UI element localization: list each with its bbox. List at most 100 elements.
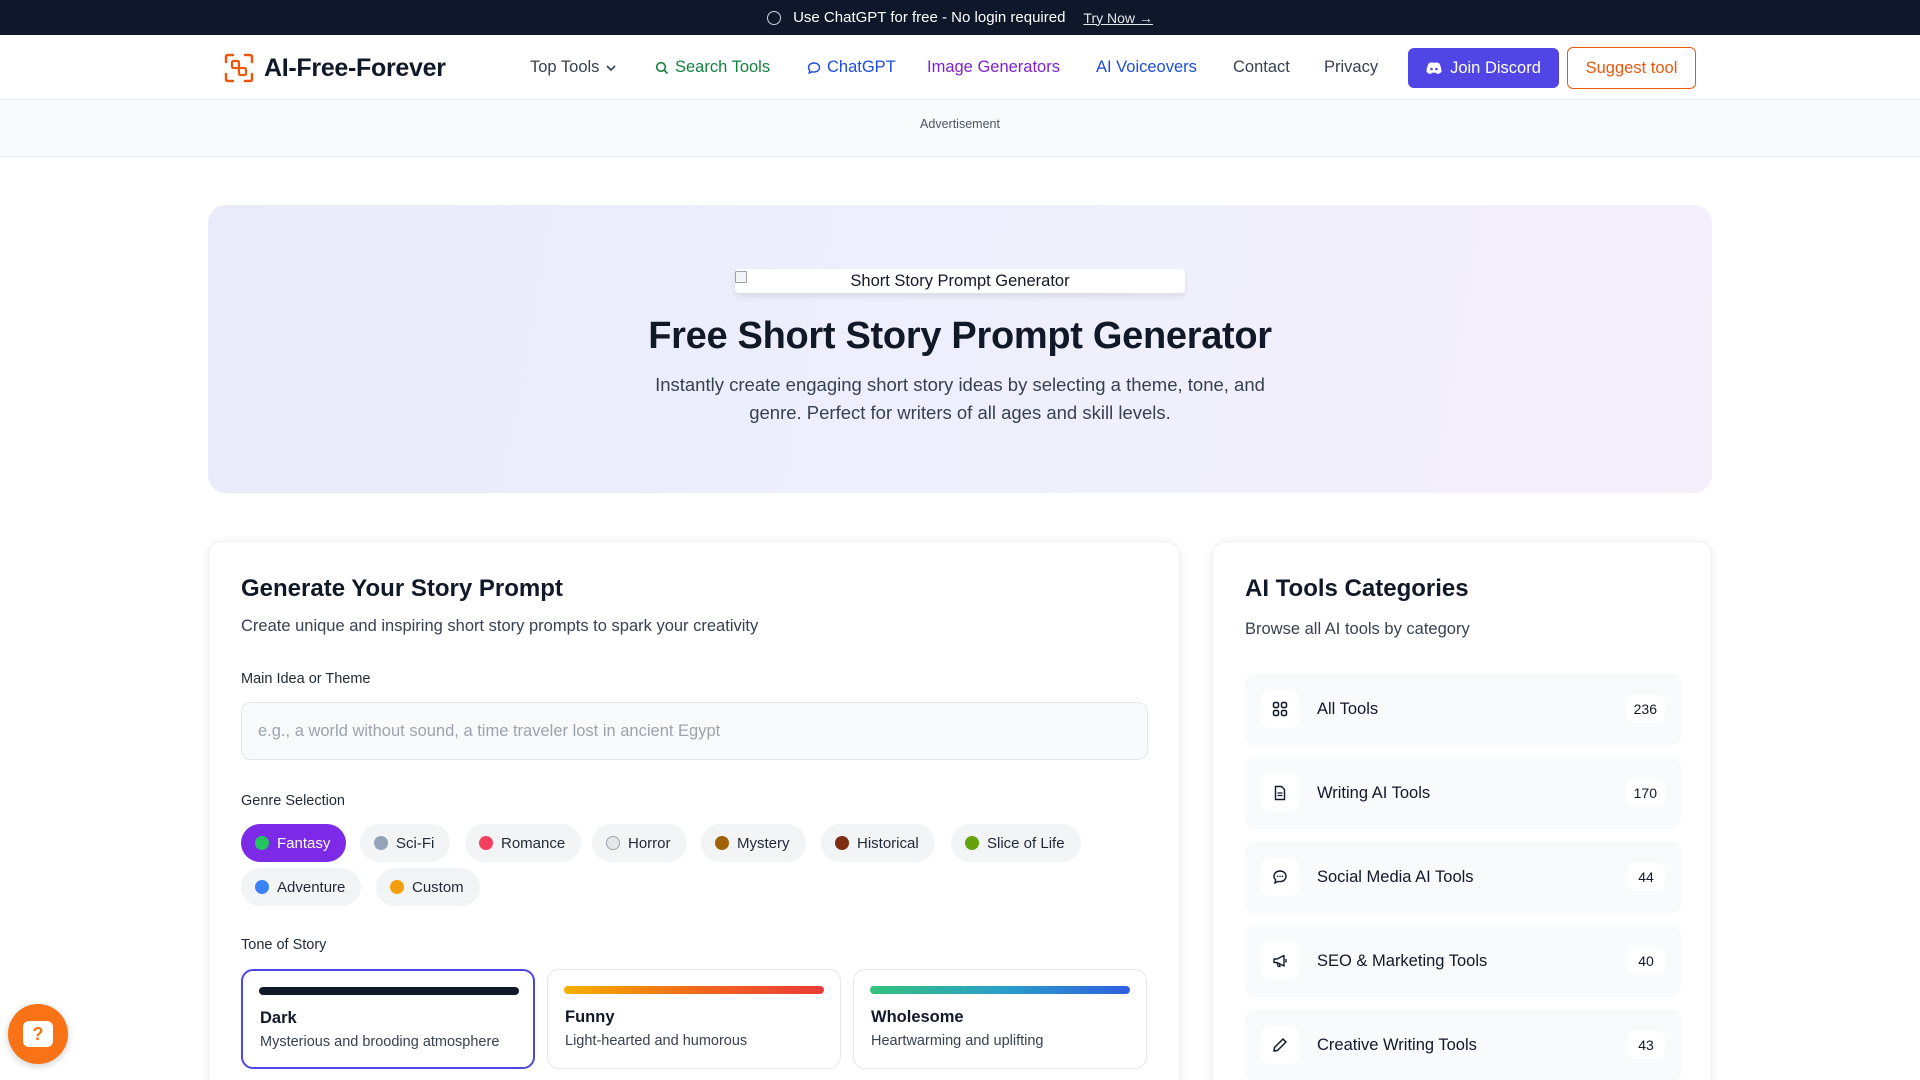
genre-chip-label: Adventure bbox=[277, 878, 346, 896]
discord-icon bbox=[1426, 62, 1442, 74]
genre-chip-label: Custom bbox=[412, 878, 464, 896]
dragon-icon bbox=[255, 836, 269, 850]
join-discord-button[interactable]: Join Discord bbox=[1408, 48, 1559, 88]
genre-chip-custom[interactable]: Custom bbox=[376, 868, 480, 906]
nav-top-tools[interactable]: Top Tools bbox=[530, 58, 617, 77]
category-name: SEO & Marketing Tools bbox=[1317, 952, 1488, 970]
megaphone-icon bbox=[1261, 942, 1299, 980]
tone-color-bar bbox=[564, 986, 824, 994]
categories-card: AI Tools Categories Browse all AI tools … bbox=[1212, 541, 1712, 1080]
globe-icon bbox=[255, 880, 269, 894]
genre-chip-slice-of-life[interactable]: Slice of Life bbox=[951, 824, 1081, 862]
genre-chip-historical[interactable]: Historical bbox=[821, 824, 935, 862]
site-logo[interactable]: AI-Free-Forever bbox=[224, 53, 446, 83]
amphora-icon bbox=[835, 836, 849, 850]
tone-color-bar bbox=[870, 986, 1130, 994]
chevron-down-icon bbox=[606, 64, 616, 71]
genre-chip-romance[interactable]: Romance bbox=[465, 824, 582, 862]
story-generator-card: Generate Your Story Prompt Create unique… bbox=[208, 541, 1180, 1080]
advertisement-label: Advertisement bbox=[920, 117, 1000, 131]
suggest-tool-label: Suggest tool bbox=[1585, 58, 1678, 77]
page-subtitle: Instantly create engaging short story id… bbox=[655, 374, 1265, 423]
genre-chip-label: Slice of Life bbox=[987, 834, 1065, 852]
page-title: Free Short Story Prompt Generator bbox=[648, 315, 1272, 357]
pencil-icon bbox=[390, 880, 404, 894]
genre-chip-horror[interactable]: Horror bbox=[592, 824, 687, 862]
category-social-media-ai-tools[interactable]: Social Media AI Tools 44 bbox=[1245, 841, 1681, 913]
chat-bubble-icon bbox=[807, 61, 821, 74]
join-discord-label: Join Discord bbox=[1450, 58, 1541, 77]
chat-bubble-icon bbox=[767, 10, 782, 25]
navbar: AI-Free-Forever Top Tools Search Tools C… bbox=[0, 35, 1920, 100]
chat-bubble-icon bbox=[1261, 858, 1299, 896]
cake-icon bbox=[965, 836, 979, 850]
pen-icon bbox=[1261, 1026, 1299, 1064]
category-writing-ai-tools[interactable]: Writing AI Tools 170 bbox=[1245, 757, 1681, 829]
tone-description: Heartwarming and uplifting bbox=[871, 1033, 1044, 1049]
nav-image-generators-label: Image Generators bbox=[927, 58, 1060, 76]
nav-search-tools-label: Search Tools bbox=[675, 58, 771, 76]
nav-contact[interactable]: Contact bbox=[1233, 58, 1290, 77]
category-all-tools[interactable]: All Tools 236 bbox=[1245, 673, 1681, 745]
genre-chip-label: Horror bbox=[628, 834, 671, 852]
categories-title: AI Tools Categories bbox=[1245, 575, 1469, 602]
genre-chip-label: Sci-Fi bbox=[396, 834, 435, 852]
hero-section: Short Story Prompt Generator Free Short … bbox=[208, 205, 1712, 493]
genre-chip-mystery[interactable]: Mystery bbox=[701, 824, 806, 862]
tone-option-wholesome[interactable]: Wholesome Heartwarming and uplifting bbox=[853, 969, 1147, 1069]
advertisement-slot: Advertisement bbox=[0, 100, 1920, 157]
category-count: 40 bbox=[1627, 947, 1665, 975]
tone-description: Light-hearted and humorous bbox=[565, 1033, 748, 1049]
genre-label: Genre Selection bbox=[241, 793, 345, 809]
help-label: ? bbox=[32, 1023, 44, 1044]
tone-name: Wholesome bbox=[871, 1008, 964, 1026]
suggest-tool-button[interactable]: Suggest tool bbox=[1567, 47, 1696, 89]
broken-image-icon bbox=[735, 271, 747, 283]
nav-chatgpt-label: ChatGPT bbox=[827, 58, 896, 76]
category-count: 170 bbox=[1625, 779, 1665, 807]
tone-option-dark[interactable]: Dark Mysterious and brooding atmosphere bbox=[241, 969, 535, 1069]
nav-search-tools[interactable]: Search Tools bbox=[655, 58, 770, 77]
category-count: 43 bbox=[1627, 1031, 1665, 1059]
tone-color-bar bbox=[259, 987, 519, 995]
nav-image-generators[interactable]: Image Generators bbox=[927, 58, 1060, 77]
detective-icon bbox=[715, 836, 729, 850]
logo-icon bbox=[224, 53, 254, 83]
try-now-link[interactable]: Try Now → bbox=[1083, 10, 1152, 26]
theme-input[interactable] bbox=[241, 702, 1148, 760]
logo-text: AI-Free-Forever bbox=[264, 53, 446, 82]
promo-banner: Use ChatGPT for free - No login required… bbox=[0, 0, 1920, 35]
theme-label: Main Idea or Theme bbox=[241, 671, 371, 687]
genre-chip-sci-fi[interactable]: Sci-Fi bbox=[360, 824, 451, 862]
heart-icon bbox=[479, 836, 493, 850]
category-name: Creative Writing Tools bbox=[1317, 1036, 1477, 1054]
category-count: 44 bbox=[1627, 863, 1665, 891]
genre-chip-adventure[interactable]: Adventure bbox=[241, 868, 362, 906]
generator-subtitle: Create unique and inspiring short story … bbox=[241, 617, 759, 635]
nav-contact-label: Contact bbox=[1233, 58, 1290, 76]
category-count: 236 bbox=[1625, 695, 1665, 723]
category-seo-marketing-tools[interactable]: SEO & Marketing Tools 40 bbox=[1245, 925, 1681, 997]
genre-chip-label: Historical bbox=[857, 834, 919, 852]
nav-privacy-label: Privacy bbox=[1324, 58, 1379, 76]
categories-subtitle: Browse all AI tools by category bbox=[1245, 620, 1470, 638]
ghost-icon bbox=[606, 836, 620, 850]
nav-chatgpt[interactable]: ChatGPT bbox=[807, 58, 896, 77]
grid-icon bbox=[1261, 690, 1299, 728]
rocket-icon bbox=[374, 836, 388, 850]
category-name: Writing AI Tools bbox=[1317, 784, 1431, 802]
genre-chip-label: Mystery bbox=[737, 834, 790, 852]
help-button[interactable]: ? bbox=[8, 1004, 68, 1064]
generator-title: Generate Your Story Prompt bbox=[241, 575, 563, 602]
banner-text: Use ChatGPT for free - No login required bbox=[793, 9, 1066, 26]
nav-privacy[interactable]: Privacy bbox=[1324, 58, 1378, 77]
tone-label: Tone of Story bbox=[241, 937, 327, 953]
category-name: All Tools bbox=[1317, 700, 1379, 718]
tone-option-funny[interactable]: Funny Light-hearted and humorous bbox=[547, 969, 841, 1069]
document-icon bbox=[1261, 774, 1299, 812]
nav-ai-voiceovers[interactable]: AI Voiceovers bbox=[1096, 58, 1197, 77]
question-icon: ? bbox=[23, 1021, 53, 1047]
hero-image-alt: Short Story Prompt Generator bbox=[850, 271, 1070, 290]
category-creative-writing-tools[interactable]: Creative Writing Tools 43 bbox=[1245, 1009, 1681, 1080]
genre-chip-fantasy[interactable]: Fantasy bbox=[241, 824, 347, 862]
